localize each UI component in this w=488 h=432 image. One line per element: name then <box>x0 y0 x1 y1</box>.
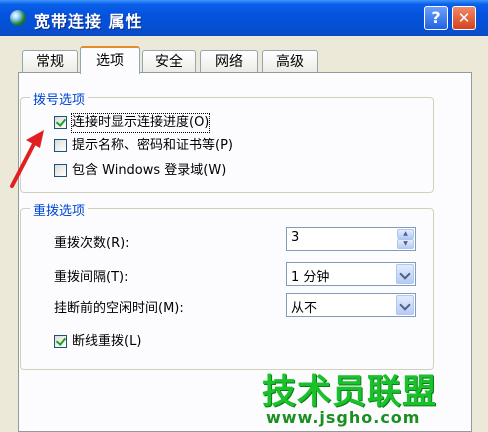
redial-attempts-label: 重拨次数(R): <box>54 236 130 251</box>
close-button[interactable]: ✕ <box>452 6 476 30</box>
chevron-down-icon <box>399 268 411 280</box>
prompt-credentials-checkbox[interactable] <box>54 139 67 152</box>
tab-options[interactable]: 选项 <box>80 46 140 74</box>
redial-interval-dropdown-button[interactable] <box>396 264 414 284</box>
redial-attempts-spinner[interactable]: 3 ▲ ▼ <box>286 227 416 251</box>
redial-interval-select[interactable]: 1 分钟 <box>286 262 416 286</box>
idle-time-dropdown-button[interactable] <box>396 295 414 315</box>
network-connection-icon <box>10 10 26 26</box>
spin-up-icon[interactable]: ▲ <box>397 229 414 239</box>
include-domain-label: 包含 Windows 登录域(W) <box>72 163 227 178</box>
spin-buttons: ▲ ▼ <box>397 229 414 249</box>
chevron-down-icon <box>399 299 411 311</box>
redial-on-drop-label: 断线重拨(L) <box>72 334 142 349</box>
spin-down-icon[interactable]: ▼ <box>397 239 414 249</box>
prompt-credentials-label: 提示名称、密码和证书等(P) <box>72 138 233 153</box>
idle-time-label: 挂断前的空闲时间(M): <box>54 301 184 316</box>
tab-network[interactable]: 网络 <box>200 50 258 72</box>
idle-time-select[interactable]: 从不 <box>286 293 416 317</box>
show-progress-label: 连接时显示连接进度(O) <box>70 113 211 133</box>
idle-time-value: 从不 <box>291 301 318 316</box>
include-domain-checkbox[interactable] <box>54 164 67 177</box>
title-bar[interactable]: 宽带连接 属性 ? ✕ <box>0 0 488 36</box>
show-progress-checkbox[interactable] <box>54 116 67 129</box>
help-button[interactable]: ? <box>424 6 448 30</box>
redial-interval-value: 1 分钟 <box>291 270 330 285</box>
tab-general[interactable]: 常规 <box>22 50 78 72</box>
red-arrow-icon <box>10 130 44 188</box>
redial-on-drop-checkbox[interactable] <box>54 335 67 348</box>
tab-advanced[interactable]: 高级 <box>262 50 318 72</box>
tab-security[interactable]: 安全 <box>142 50 196 72</box>
redial-options-title: 重拨选项 <box>30 200 89 219</box>
redial-attempts-value[interactable]: 3 <box>291 230 299 245</box>
window-title: 宽带连接 属性 <box>34 12 143 31</box>
redial-interval-label: 重拨间隔(T): <box>54 270 129 285</box>
dialing-options-title: 拨号选项 <box>30 89 89 108</box>
